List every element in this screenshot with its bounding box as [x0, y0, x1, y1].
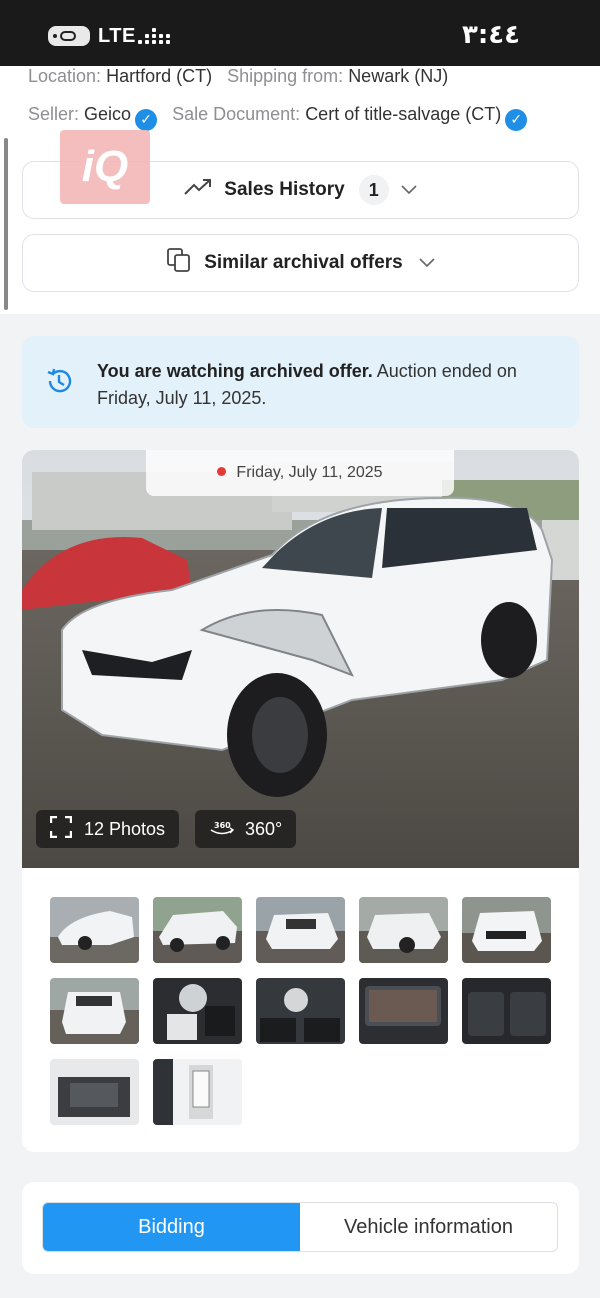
battery-icon [48, 26, 90, 46]
clock: ٣:٤٤ [461, 20, 520, 50]
shipping-value: Newark (NJ) [348, 66, 449, 86]
tab-bidding[interactable]: Bidding [43, 1203, 300, 1251]
similar-offers-label: Similar archival offers [204, 252, 403, 273]
live-dot-icon [217, 467, 227, 476]
similar-offers-button[interactable]: Similar archival offers [22, 234, 579, 292]
tabs-card: Bidding Vehicle information [22, 1182, 579, 1274]
history-icon [44, 366, 74, 401]
sales-history-label: Sales History [224, 179, 345, 200]
scrollbar[interactable] [4, 138, 8, 310]
main-vehicle-photo[interactable]: Friday, July 11, 2025 12 Photos 360 360° [22, 450, 579, 868]
location-label: Location: [28, 66, 102, 86]
fullscreen-icon [49, 815, 73, 843]
photo-thumbnail[interactable] [462, 897, 551, 963]
detail-tabs: Bidding Vehicle information [42, 1202, 558, 1252]
sales-history-count: 1 [358, 175, 389, 205]
seller-value: Geico [84, 104, 132, 124]
photo-thumbnail[interactable] [153, 978, 242, 1044]
tab-vehicle-information[interactable]: Vehicle information [300, 1203, 557, 1251]
sale-document-value: Cert of title-salvage (CT) [305, 104, 502, 124]
photo-thumbnail[interactable] [359, 978, 448, 1044]
photo-thumbnail[interactable] [153, 1059, 242, 1125]
chevron-down-icon [419, 252, 435, 274]
archived-notice: You are watching archived offer. Auction… [22, 336, 579, 428]
watermark-logo: iQ [60, 130, 150, 204]
photo-thumbnail[interactable] [256, 978, 345, 1044]
photo-thumbnail[interactable] [153, 897, 242, 963]
network-type: LTE [98, 25, 136, 47]
photo-thumbnail[interactable] [256, 897, 345, 963]
archived-notice-bold: You are watching archived offer. [97, 361, 373, 381]
signal-icon [136, 26, 170, 46]
photo-thumbnail[interactable] [50, 1059, 139, 1125]
trending-up-icon [184, 178, 212, 202]
photo-thumbnail[interactable] [50, 897, 139, 963]
verified-badge-icon: ✓ [135, 109, 158, 131]
location-line: Location: Hartford (CT) Shipping from: N… [28, 66, 448, 87]
seller-label: Seller: [28, 104, 80, 124]
seller-line: Seller: Geico ✓ Sale Document: Cert of ti… [28, 104, 528, 131]
auction-date-chip: Friday, July 11, 2025 [146, 450, 454, 496]
rotate-360-icon: 360 [209, 819, 235, 840]
chevron-down-icon [401, 179, 417, 201]
archived-notice-text: You are watching archived offer. Auction… [97, 358, 547, 412]
view-360-button[interactable]: 360 360° [195, 810, 297, 848]
photo-thumbnail[interactable] [50, 978, 139, 1044]
photo-thumbnail[interactable] [462, 978, 551, 1044]
auction-date: Friday, July 11, 2025 [236, 464, 383, 481]
photos-count-button[interactable]: 12 Photos [36, 810, 180, 848]
photos-count-label: 12 Photos [84, 818, 166, 839]
copy-icon [166, 247, 192, 279]
status-bar: LTE ٣:٤٤ [0, 0, 600, 66]
svg-text:360: 360 [214, 821, 231, 830]
photo-thumbnail[interactable] [359, 897, 448, 963]
view-360-label: 360° [245, 818, 283, 839]
shipping-label: Shipping from: [227, 66, 344, 86]
photo-gallery: Friday, July 11, 2025 12 Photos 360 360° [22, 450, 579, 1152]
verified-badge-icon: ✓ [505, 109, 528, 131]
location-value: Hartford (CT) [106, 66, 213, 86]
sale-document-label: Sale Document: [172, 104, 301, 124]
